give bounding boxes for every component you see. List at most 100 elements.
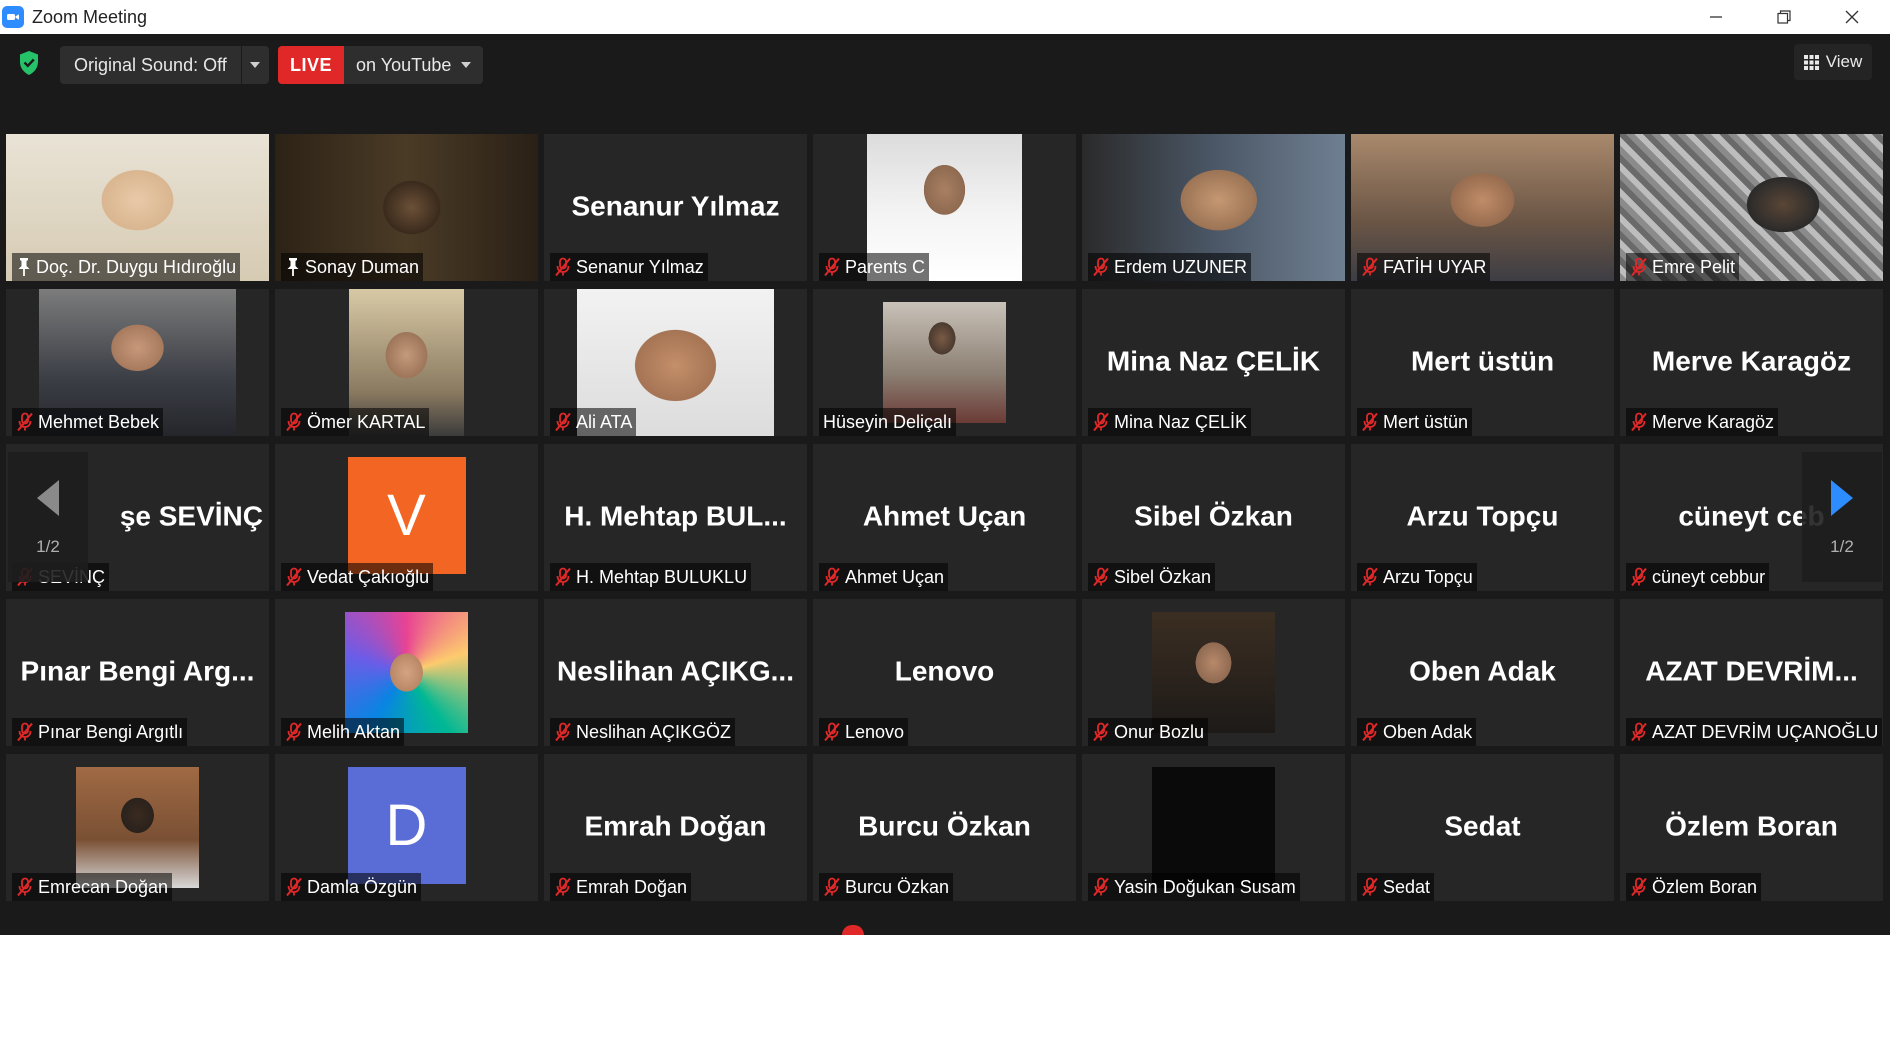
gallery-grid: Doç. Dr. Duygu Hıdıroğlu Sonay Duman Senan… — [6, 134, 1883, 904]
participant-tile[interactable]: Burcu Özkan Burcu Özkan — [813, 754, 1076, 901]
participant-tile[interactable]: Yasin Doğukan Susam — [1082, 754, 1345, 901]
participant-tile[interactable]: Ahmet Uçan Ahmet Uçan — [813, 444, 1076, 591]
participant-tile[interactable]: Erdem UZUNER — [1082, 134, 1345, 281]
participant-tile[interactable]: Emre Pelit — [1620, 134, 1883, 281]
chevron-down-icon — [461, 62, 472, 68]
participant-tile[interactable]: Melih Aktan — [275, 599, 538, 746]
muted-mic-icon — [286, 567, 302, 587]
encryption-shield-icon[interactable] — [18, 50, 40, 76]
participant-name-tag: Lenovo — [819, 718, 909, 746]
participant-tile[interactable]: AZAT DEVRİM... AZAT DEVRİM UÇANOĞLU — [1620, 599, 1883, 746]
pin-icon — [287, 258, 299, 276]
participant-name-tag: Emrah Doğan — [550, 873, 692, 901]
participant-name: Emre Pelit — [1652, 256, 1736, 277]
muted-mic-icon — [1362, 567, 1378, 587]
participant-name: Mert üstün — [1383, 411, 1469, 432]
participant-tile[interactable]: Emrah Doğan Emrah Doğan — [544, 754, 807, 901]
participant-video — [1152, 612, 1275, 733]
chevron-down-icon — [250, 62, 261, 68]
participant-tile[interactable]: Emrecan Doğan — [6, 754, 269, 901]
participant-name-tag: Ali ATA — [550, 408, 637, 436]
participant-name: Onur Bozlu — [1114, 721, 1205, 742]
view-button[interactable]: View — [1794, 44, 1872, 80]
participant-name-tag: cüneyt cebbur — [1626, 563, 1770, 591]
minimize-button[interactable] — [1682, 0, 1750, 34]
original-sound-button[interactable]: Original Sound: Off — [60, 46, 241, 84]
participant-tile[interactable]: Özlem Boran Özlem Boran — [1620, 754, 1883, 901]
participant-name: AZAT DEVRİM UÇANOĞLU — [1652, 721, 1879, 742]
title-bar: Zoom Meeting — [0, 0, 1890, 34]
restore-icon — [1777, 10, 1791, 24]
participant-tile[interactable]: Pınar Bengi Arg... Pınar Bengi Argıtlı — [6, 599, 269, 746]
participant-tile[interactable]: Senanur Yılmaz Senanur Yılmaz — [544, 134, 807, 281]
muted-mic-icon — [1631, 722, 1647, 742]
live-stream-target[interactable]: on YouTube — [344, 46, 484, 84]
participant-name: Erdem UZUNER — [1114, 256, 1248, 277]
participant-tile[interactable]: Sedat Sedat — [1351, 754, 1614, 901]
muted-mic-icon — [286, 877, 302, 897]
participant-name-tag: Mert üstün — [1357, 408, 1473, 436]
participant-name: Ali ATA — [576, 411, 633, 432]
participant-tile[interactable]: Doç. Dr. Duygu Hıdıroğlu — [6, 134, 269, 281]
participant-tile[interactable]: V Vedat Çakıoğlu — [275, 444, 538, 591]
participant-tile[interactable]: Sibel Özkan Sibel Özkan — [1082, 444, 1345, 591]
participant-tile[interactable]: FATİH UYAR — [1351, 134, 1614, 281]
participant-tile[interactable]: Lenovo Lenovo — [813, 599, 1076, 746]
arrow-left-icon — [37, 480, 59, 516]
participant-name-tag: Mehmet Bebek — [12, 408, 164, 436]
participant-display-name: Sedat — [1444, 809, 1521, 841]
participant-name-tag: Neslihan AÇIKGÖZ — [550, 718, 736, 746]
participant-tile[interactable]: Ömer KARTAL — [275, 289, 538, 436]
live-stream-control[interactable]: LIVE on YouTube — [278, 46, 484, 84]
participant-tile[interactable]: D Damla Özgün — [275, 754, 538, 901]
participant-name: Arzu Topçu — [1383, 566, 1473, 587]
participant-tile[interactable]: H. Mehtap BUL... H. Mehtap BULUKLU — [544, 444, 807, 591]
participant-name: Mina Naz ÇELİK — [1114, 411, 1248, 432]
close-button[interactable] — [1818, 0, 1886, 34]
participant-avatar: V — [347, 457, 466, 574]
participant-display-name: Senanur Yılmaz — [571, 189, 780, 221]
participant-name: Senanur Yılmaz — [576, 256, 704, 277]
participant-name: Oben Adak — [1383, 721, 1473, 742]
close-icon — [1845, 10, 1859, 24]
participant-name: Yasin Doğukan Susam — [1114, 876, 1296, 897]
participant-tile[interactable]: Parents C — [813, 134, 1076, 281]
participant-tile[interactable]: Ali ATA — [544, 289, 807, 436]
restore-button[interactable] — [1750, 0, 1818, 34]
participant-tile[interactable]: Merve Karagöz Merve Karagöz — [1620, 289, 1883, 436]
participant-tile[interactable]: Onur Bozlu — [1082, 599, 1345, 746]
muted-mic-icon — [824, 567, 840, 587]
participant-tile[interactable]: Arzu Topçu Arzu Topçu — [1351, 444, 1614, 591]
participant-name-tag: Damla Özgün — [281, 873, 422, 901]
participant-name: Vedat Çakıoğlu — [307, 566, 430, 587]
participant-display-name: Burcu Özkan — [858, 809, 1031, 841]
participant-tile[interactable]: Hüseyin Deliçalı — [813, 289, 1076, 436]
page-indicator-right: 1/2 — [1830, 537, 1854, 556]
participant-name: Emrah Doğan — [576, 876, 688, 897]
participant-tile[interactable]: Neslihan AÇIKG... Neslihan AÇIKGÖZ — [544, 599, 807, 746]
participant-name-tag: Vedat Çakıoğlu — [281, 563, 434, 591]
participant-tile[interactable]: Oben Adak Oben Adak — [1351, 599, 1614, 746]
muted-mic-icon — [17, 722, 33, 742]
participant-name-tag: Yasin Doğukan Susam — [1088, 873, 1300, 901]
page-indicator-left: 1/2 — [36, 537, 60, 556]
participant-name: Pınar Bengi Argıtlı — [38, 721, 184, 742]
zoom-logo-icon — [2, 6, 24, 28]
original-sound-dropdown[interactable] — [240, 46, 269, 84]
participant-name: Melih Aktan — [307, 721, 401, 742]
arrow-right-icon — [1831, 480, 1853, 516]
next-page-button[interactable]: 1/2 — [1802, 452, 1882, 582]
participant-name-tag: Senanur Yılmaz — [550, 253, 708, 281]
muted-mic-icon — [1362, 412, 1378, 432]
participant-display-name: Sibel Özkan — [1134, 499, 1293, 531]
participant-tile[interactable]: Mehmet Bebek — [6, 289, 269, 436]
previous-page-button[interactable]: 1/2 — [8, 452, 88, 582]
participant-name: Sedat — [1383, 876, 1431, 897]
participant-name-tag: Sedat — [1357, 873, 1435, 901]
muted-mic-icon — [1362, 257, 1378, 277]
participant-tile[interactable]: Mina Naz ÇELİK Mina Naz ÇELİK — [1082, 289, 1345, 436]
participant-tile[interactable]: Sonay Duman — [275, 134, 538, 281]
participant-display-name: Ahmet Uçan — [862, 499, 1027, 531]
participant-tile[interactable]: Mert üstün Mert üstün — [1351, 289, 1614, 436]
bottom-bar — [0, 905, 1890, 935]
